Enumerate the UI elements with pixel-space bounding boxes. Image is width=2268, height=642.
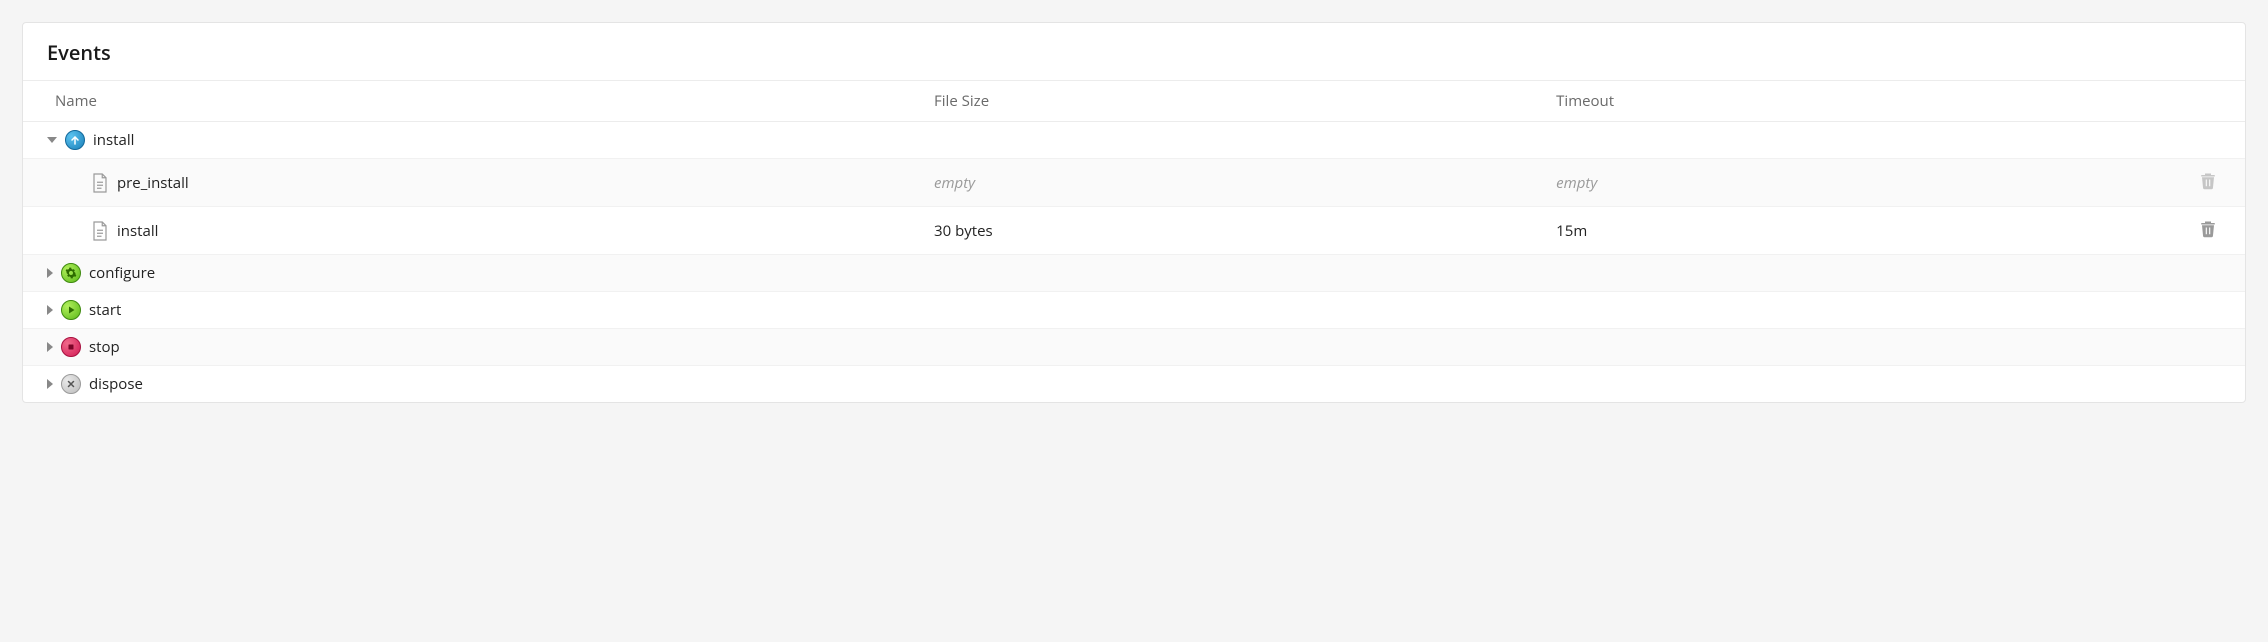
events-panel: Events Name File Size Timeout ins	[22, 22, 2246, 403]
script-row-install[interactable]: install 30 bytes 15m	[23, 207, 2245, 255]
panel-title: Events	[23, 23, 2245, 80]
script-row-pre-install[interactable]: pre_install empty empty	[23, 159, 2245, 207]
event-row-start[interactable]: start	[23, 292, 2245, 329]
column-header-actions	[2156, 81, 2245, 122]
delete-button[interactable]	[2195, 167, 2221, 198]
event-label: start	[89, 300, 121, 320]
event-row-install[interactable]: install	[23, 122, 2245, 159]
chevron-down-icon[interactable]	[47, 137, 57, 143]
script-timeout: empty	[1556, 173, 1597, 193]
event-label: stop	[89, 337, 120, 357]
install-badge-icon	[65, 130, 85, 150]
event-label: install	[93, 130, 134, 150]
start-badge-icon	[61, 300, 81, 320]
chevron-right-icon[interactable]	[47, 379, 53, 389]
column-header-name[interactable]: Name	[23, 81, 934, 122]
chevron-right-icon[interactable]	[47, 342, 53, 352]
event-label: configure	[89, 263, 155, 283]
dispose-badge-icon	[61, 374, 81, 394]
trash-icon	[2199, 227, 2217, 242]
stop-badge-icon	[61, 337, 81, 357]
event-row-configure[interactable]: configure	[23, 255, 2245, 292]
delete-button[interactable]	[2195, 215, 2221, 246]
script-filesize: empty	[934, 173, 975, 193]
column-header-filesize[interactable]: File Size	[934, 81, 1556, 122]
script-label: install	[117, 221, 158, 241]
script-timeout: 15m	[1556, 221, 1587, 241]
file-icon	[91, 172, 109, 194]
configure-badge-icon	[61, 263, 81, 283]
trash-icon	[2199, 179, 2217, 194]
event-row-stop[interactable]: stop	[23, 329, 2245, 366]
table-header-row: Name File Size Timeout	[23, 81, 2245, 122]
column-header-timeout[interactable]: Timeout	[1556, 81, 2156, 122]
chevron-right-icon[interactable]	[47, 305, 53, 315]
chevron-right-icon[interactable]	[47, 268, 53, 278]
events-table: Name File Size Timeout install	[23, 80, 2245, 402]
event-label: dispose	[89, 374, 143, 394]
script-label: pre_install	[117, 173, 189, 193]
event-row-dispose[interactable]: dispose	[23, 366, 2245, 403]
script-filesize: 30 bytes	[934, 221, 993, 241]
file-icon	[91, 220, 109, 242]
